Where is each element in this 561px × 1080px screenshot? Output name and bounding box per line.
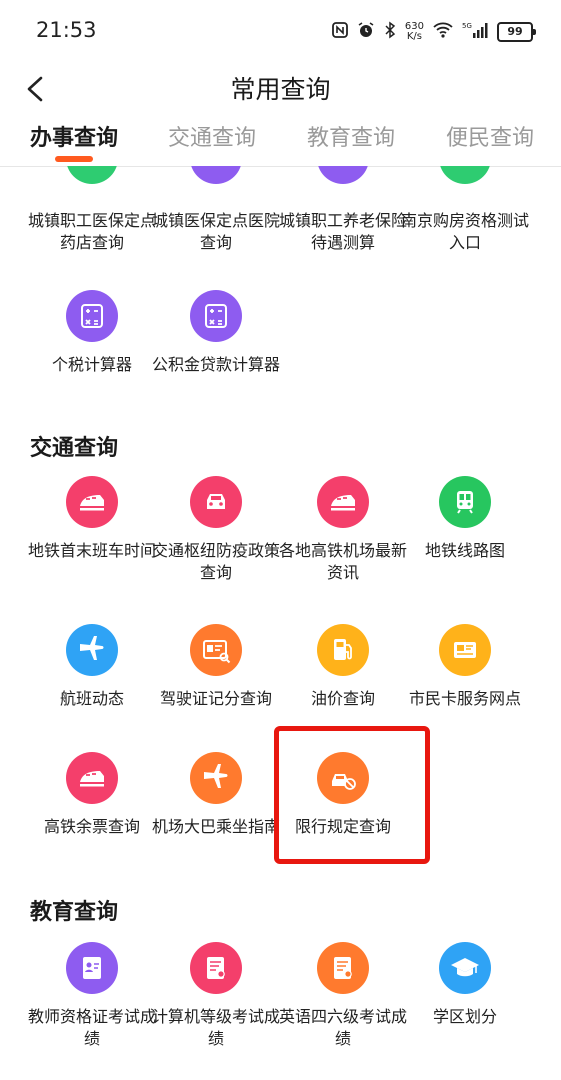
service-item[interactable]: 交通枢纽防疫政策查询 — [146, 476, 286, 584]
nfc-icon — [332, 22, 348, 42]
train-icon — [66, 752, 118, 804]
section-title-jiaotong: 交通查询 — [30, 436, 119, 461]
license-icon — [190, 624, 242, 676]
service-label: 城镇医保定点医院查询 — [151, 211, 280, 252]
service-item[interactable]: 驾驶证记分查询 — [146, 624, 286, 710]
service-label: 航班动态 — [59, 689, 124, 708]
status-bar: 21:53 630 K/s 5G 99 — [0, 0, 561, 62]
service-item[interactable]: 市民卡服务网点 — [395, 624, 535, 710]
service-item[interactable]: 机场大巴乘坐指南 — [146, 752, 286, 838]
service-item[interactable]: 教师资格证考试成绩 — [22, 942, 162, 1050]
train-icon — [66, 476, 118, 528]
service-item[interactable]: 城镇职工医保定点药店查询 — [22, 210, 162, 254]
service-item[interactable]: 各地高铁机场最新资讯 — [273, 476, 413, 584]
service-label: 教师资格证考试成绩 — [27, 1007, 156, 1048]
service-label: 公积金贷款计算器 — [151, 355, 280, 374]
graduation-cap-icon — [439, 942, 491, 994]
signal-icon: 5G — [462, 21, 488, 43]
network-type-label: 5G — [462, 22, 472, 30]
service-item[interactable]: 学区划分 — [395, 942, 535, 1028]
service-item[interactable]: 公积金贷款计算器 — [146, 290, 286, 376]
service-label: 计算机等级考试成绩 — [151, 1007, 280, 1048]
category-tabs: 办事查询 交通查询 教育查询 便民查询 — [0, 114, 561, 167]
wifi-icon — [433, 22, 453, 42]
service-label: 英语四六级考试成绩 — [278, 1007, 407, 1048]
restricted-driving-item[interactable]: 限行规定查询 — [273, 752, 413, 838]
calculator-icon — [190, 290, 242, 342]
service-item[interactable]: 南京购房资格测试入口 — [395, 210, 535, 254]
calculator-icon — [66, 290, 118, 342]
car-icon — [190, 476, 242, 528]
status-icons: 630 K/s 5G 99 — [332, 18, 536, 46]
service-label: 南京购房资格测试入口 — [400, 211, 529, 252]
card-icon — [439, 624, 491, 676]
partial-icon — [317, 166, 369, 184]
service-label: 城镇职工养老保险待遇测算 — [278, 211, 407, 252]
service-item[interactable]: 英语四六级考试成绩 — [273, 942, 413, 1050]
service-label: 城镇职工医保定点药店查询 — [27, 211, 156, 252]
service-label: 高铁余票查询 — [43, 817, 140, 836]
service-label: 地铁首末班车时间 — [27, 541, 156, 560]
certificate-icon — [190, 942, 242, 994]
alarm-icon — [357, 21, 375, 43]
service-item[interactable]: 油价查询 — [273, 624, 413, 710]
service-item[interactable]: 高铁余票查询 — [22, 752, 162, 838]
service-label: 驾驶证记分查询 — [159, 689, 272, 708]
tab-jiaoyu[interactable]: 教育查询 — [307, 120, 395, 152]
partial-icon — [439, 166, 491, 184]
tab-banshi[interactable]: 办事查询 — [30, 120, 118, 152]
tab-jiaotong[interactable]: 交通查询 — [168, 120, 256, 152]
battery-indicator: 99 — [497, 22, 536, 42]
network-speed: 630 K/s — [405, 22, 424, 42]
content-scroll-area[interactable]: 城镇职工医保定点药店查询 城镇医保定点医院查询 城镇职工养老保险待遇测算 南京购… — [0, 166, 561, 1080]
train-icon — [317, 476, 369, 528]
tab-bianmin[interactable]: 便民查询 — [446, 120, 534, 152]
service-label: 各地高铁机场最新资讯 — [278, 541, 407, 582]
metro-icon — [439, 476, 491, 528]
fuel-icon — [317, 624, 369, 676]
service-item[interactable]: 计算机等级考试成绩 — [146, 942, 286, 1050]
service-item[interactable]: 地铁线路图 — [395, 476, 535, 562]
partial-icon — [66, 166, 118, 184]
airplane-icon — [190, 752, 242, 804]
active-tab-indicator — [55, 156, 93, 162]
service-label: 个税计算器 — [51, 355, 132, 374]
network-speed-unit: K/s — [406, 31, 423, 42]
service-item[interactable]: 个税计算器 — [22, 290, 162, 376]
partial-icon — [190, 166, 242, 184]
restricted-car-icon — [317, 752, 369, 804]
page-title: 常用查询 — [230, 75, 331, 104]
airplane-icon — [66, 624, 118, 676]
service-label: 交通枢纽防疫政策查询 — [151, 541, 280, 582]
certificate-icon — [317, 942, 369, 994]
service-label: 学区划分 — [432, 1007, 497, 1026]
service-label: 油价查询 — [310, 689, 375, 708]
id-card-icon — [66, 942, 118, 994]
service-item[interactable]: 城镇职工养老保险待遇测算 — [273, 210, 413, 254]
bluetooth-icon — [384, 21, 396, 43]
service-label: 地铁线路图 — [424, 541, 505, 560]
service-item[interactable]: 城镇医保定点医院查询 — [146, 210, 286, 254]
service-label: 机场大巴乘坐指南 — [151, 817, 280, 836]
service-label: 限行规定查询 — [294, 817, 391, 836]
service-item[interactable]: 地铁首末班车时间 — [22, 476, 162, 562]
service-item[interactable]: 航班动态 — [22, 624, 162, 710]
page-header: 常用查询 — [0, 62, 561, 114]
section-title-jiaoyu: 教育查询 — [30, 900, 119, 925]
service-label: 市民卡服务网点 — [408, 689, 521, 708]
status-time: 21:53 — [36, 18, 97, 42]
